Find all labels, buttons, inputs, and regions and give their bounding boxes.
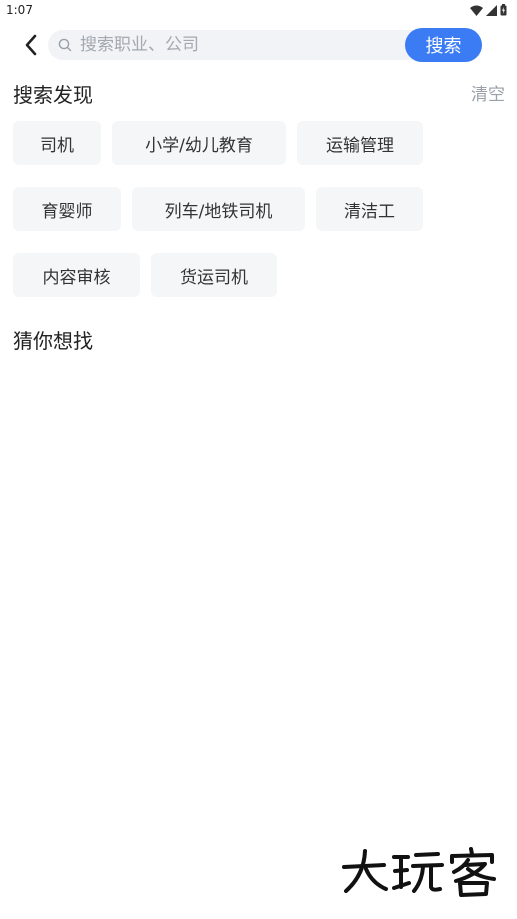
tag-item[interactable]: 列车/地铁司机: [132, 187, 305, 231]
tag-item[interactable]: 货运司机: [151, 253, 277, 297]
clear-button[interactable]: 清空: [471, 80, 505, 110]
tag-item[interactable]: 育婴师: [13, 187, 121, 231]
battery-icon: [500, 4, 507, 16]
search-button[interactable]: 搜索: [405, 28, 482, 62]
status-time: 1:07: [6, 3, 33, 17]
discover-header: 搜索发现 清空: [13, 80, 505, 110]
discover-title: 搜索发现: [13, 83, 93, 107]
tag-item[interactable]: 运输管理: [297, 121, 423, 165]
tag-item[interactable]: 司机: [13, 121, 101, 165]
guess-title: 猜你想找: [13, 329, 93, 353]
signal-icon: [486, 4, 497, 16]
search-header: 搜索: [0, 26, 517, 64]
search-input[interactable]: [80, 30, 400, 60]
watermark-logo: [342, 847, 496, 897]
tag-item[interactable]: 内容审核: [13, 253, 140, 297]
wifi-icon: [470, 5, 483, 16]
tag-item[interactable]: 小学/幼儿教育: [112, 121, 286, 165]
search-icon: [58, 38, 72, 52]
guess-header: 猜你想找: [13, 326, 505, 356]
status-icons: [470, 4, 507, 16]
back-button[interactable]: [18, 30, 44, 60]
chevron-left-icon: [25, 34, 37, 56]
status-bar: 1:07: [0, 0, 517, 22]
tag-item[interactable]: 清洁工: [316, 187, 423, 231]
